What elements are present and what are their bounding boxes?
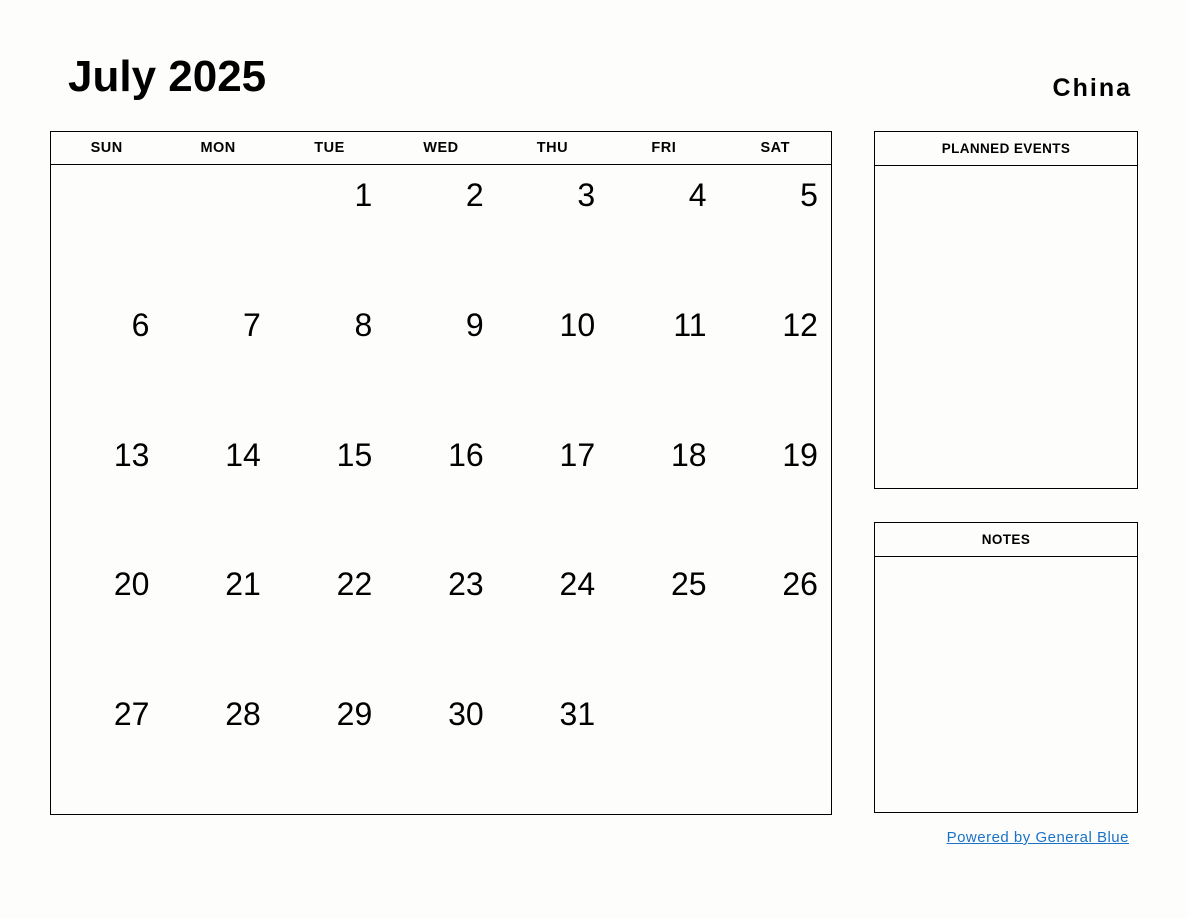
calendar-grid: SUN MON TUE WED THU FRI SAT 1 2 3 4 5 6 …: [50, 131, 832, 815]
locale-label: China: [1052, 74, 1132, 102]
calendar-week-row: 27 28 29 30 31: [51, 684, 831, 814]
day-cell[interactable]: [51, 165, 162, 295]
weekday-header-fri: FRI: [651, 140, 677, 156]
day-cell[interactable]: 9: [385, 295, 496, 425]
day-cell[interactable]: 15: [274, 425, 385, 555]
weekday-header-mon: MON: [200, 140, 236, 156]
weekday-header-sun: SUN: [90, 140, 123, 156]
day-cell[interactable]: 14: [162, 425, 273, 555]
day-cell[interactable]: 5: [720, 165, 831, 295]
day-cell[interactable]: 30: [385, 684, 496, 814]
page-header: July 2025 China: [0, 0, 1188, 131]
day-cell[interactable]: 3: [497, 165, 608, 295]
weekday-header-tue: TUE: [314, 140, 345, 156]
day-cell[interactable]: 17: [497, 425, 608, 555]
calendar-weeks: 1 2 3 4 5 6 7 8 9 10 11 12 13 14 15 16 1…: [51, 165, 831, 814]
day-cell[interactable]: 27: [51, 684, 162, 814]
weekday-header-thu: THU: [536, 140, 569, 156]
calendar-week-row: 1 2 3 4 5: [51, 165, 831, 295]
day-cell[interactable]: 25: [608, 554, 719, 684]
calendar-week-row: 20 21 22 23 24 25 26: [51, 554, 831, 684]
footer: Powered by General Blue: [874, 829, 1138, 847]
day-cell[interactable]: 22: [274, 554, 385, 684]
planned-events-title: PLANNED EVENTS: [875, 132, 1137, 166]
notes-body[interactable]: [875, 557, 1137, 813]
day-cell[interactable]: 12: [720, 295, 831, 425]
day-cell[interactable]: 24: [497, 554, 608, 684]
day-cell[interactable]: 21: [162, 554, 273, 684]
day-cell[interactable]: 16: [385, 425, 496, 555]
calendar-week-row: 13 14 15 16 17 18 19: [51, 425, 831, 555]
day-cell[interactable]: 4: [608, 165, 719, 295]
day-cell[interactable]: 10: [497, 295, 608, 425]
day-cell[interactable]: 8: [274, 295, 385, 425]
planned-events-body[interactable]: [875, 166, 1137, 489]
weekday-header-row: SUN MON TUE WED THU FRI SAT: [51, 132, 831, 165]
day-cell[interactable]: 23: [385, 554, 496, 684]
day-cell[interactable]: 2: [385, 165, 496, 295]
day-cell[interactable]: 19: [720, 425, 831, 555]
day-cell[interactable]: 6: [51, 295, 162, 425]
day-cell[interactable]: 13: [51, 425, 162, 555]
weekday-header-wed: WED: [423, 140, 459, 156]
day-cell[interactable]: 26: [720, 554, 831, 684]
day-cell[interactable]: 11: [608, 295, 719, 425]
day-cell[interactable]: [162, 165, 273, 295]
calendar-week-row: 6 7 8 9 10 11 12: [51, 295, 831, 425]
day-cell[interactable]: 1: [274, 165, 385, 295]
day-cell[interactable]: 18: [608, 425, 719, 555]
day-cell[interactable]: 20: [51, 554, 162, 684]
day-cell[interactable]: 31: [497, 684, 608, 814]
day-cell[interactable]: [608, 684, 719, 814]
day-cell[interactable]: 7: [162, 295, 273, 425]
day-cell[interactable]: 29: [274, 684, 385, 814]
planned-events-panel: PLANNED EVENTS: [874, 131, 1138, 489]
powered-by-link[interactable]: Powered by General Blue: [947, 829, 1129, 846]
notes-panel: NOTES: [874, 522, 1138, 813]
weekday-header-sat: SAT: [760, 140, 790, 156]
day-cell[interactable]: 28: [162, 684, 273, 814]
day-cell[interactable]: [720, 684, 831, 814]
notes-title: NOTES: [875, 523, 1137, 557]
page-title: July 2025: [68, 52, 267, 101]
